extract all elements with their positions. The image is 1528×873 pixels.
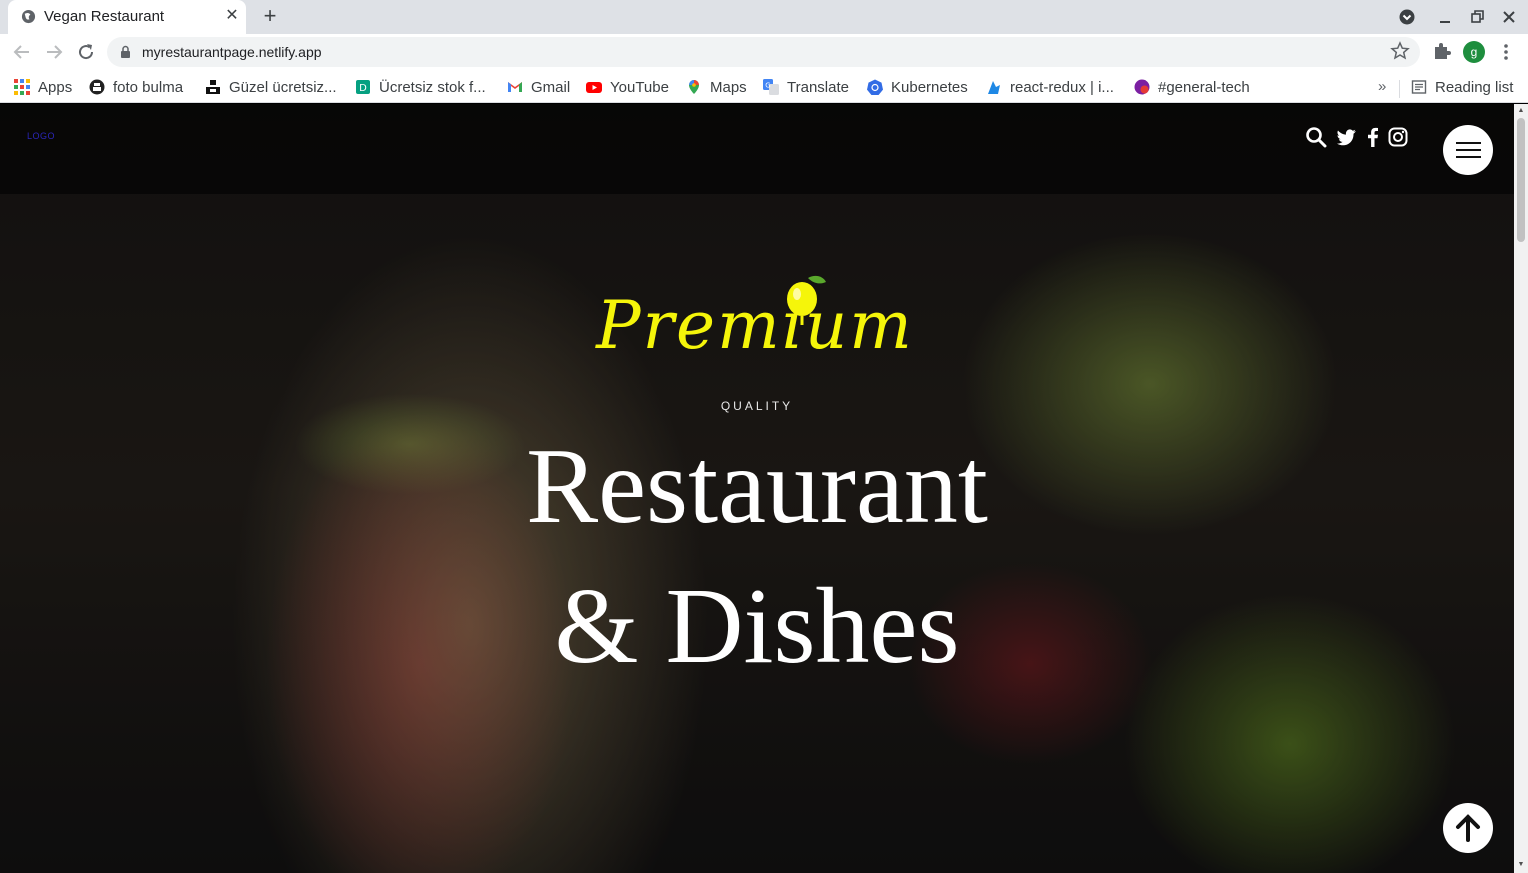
bookmark-label: Translate xyxy=(787,78,849,96)
apps-icon xyxy=(14,79,30,95)
close-window-icon[interactable] xyxy=(1500,6,1518,28)
bookmark-ucretsiz-stok[interactable]: D Ücretsiz stok f... xyxy=(355,76,486,98)
back-to-top-button[interactable] xyxy=(1443,803,1493,853)
lemon-icon xyxy=(787,275,826,325)
kubernetes-icon xyxy=(867,79,883,95)
tab-title: Vegan Restaurant xyxy=(44,8,165,25)
maps-icon xyxy=(689,80,699,94)
svg-text:D: D xyxy=(359,83,367,94)
svg-text:G: G xyxy=(765,82,770,90)
reading-list-label: Reading list xyxy=(1435,78,1514,96)
stock-photo-icon: D xyxy=(356,80,370,94)
slack-icon xyxy=(1134,79,1150,95)
hero-headline-line2: & Dishes xyxy=(554,567,960,686)
bookmark-label: Gmail xyxy=(531,78,571,96)
bookmarks-divider xyxy=(1399,80,1400,98)
bookmark-star-icon[interactable] xyxy=(1390,41,1410,61)
bookmark-label: Güzel ücretsiz... xyxy=(229,78,337,96)
profile-avatar[interactable]: g xyxy=(1463,41,1485,63)
bookmark-translate[interactable]: G Translate xyxy=(763,76,849,98)
premium-badge: Premium xyxy=(590,272,930,382)
reading-list-button[interactable]: Reading list xyxy=(1411,76,1513,98)
tab-search-icon[interactable] xyxy=(1397,6,1417,28)
address-bar[interactable]: myrestaurantpage.netlify.app xyxy=(107,37,1420,67)
scrollbar-thumb[interactable] xyxy=(1517,118,1525,242)
bookmark-maps[interactable]: Maps xyxy=(686,76,747,98)
bookmark-label: Kubernetes xyxy=(891,78,968,96)
back-arrow-icon[interactable] xyxy=(10,40,34,64)
scroll-up-arrow-icon[interactable]: ▲ xyxy=(1517,107,1525,115)
browser-tab-active[interactable]: Vegan Restaurant ✕ xyxy=(8,0,246,34)
more-bookmarks-chevron[interactable]: » xyxy=(1378,78,1386,95)
url-text[interactable]: myrestaurantpage.netlify.app xyxy=(142,44,322,60)
hero-headline-line1: Restaurant xyxy=(526,427,988,546)
page-scrollbar[interactable]: ▲ ▼ xyxy=(1514,104,1528,873)
bookmark-react-redux[interactable]: react-redux | i... xyxy=(986,76,1114,98)
unsplash-black-icon xyxy=(206,80,220,94)
bookmark-kubernetes[interactable]: Kubernetes xyxy=(867,76,968,98)
extensions-puzzle-icon[interactable] xyxy=(1432,40,1452,62)
page-viewport: LOGO Premium QUALITY Restaurant & Dishes xyxy=(0,104,1514,873)
gmail-icon xyxy=(508,82,522,92)
bookmark-label: Apps xyxy=(38,78,73,96)
globe-icon xyxy=(21,9,36,24)
bookmarks-bar: Apps foto bulma Güzel ücretsiz... D Ücre… xyxy=(0,70,1528,103)
unsplash-icon xyxy=(89,79,105,95)
browser-menu-icon[interactable] xyxy=(1498,40,1514,64)
reload-icon[interactable] xyxy=(74,40,98,64)
translate-icon: G xyxy=(763,79,779,95)
bookmark-general-tech[interactable]: #general-tech xyxy=(1134,76,1250,98)
bookmark-youtube[interactable]: YouTube xyxy=(586,76,669,98)
reading-list-icon xyxy=(1411,80,1427,94)
bookmark-gmail[interactable]: Gmail xyxy=(507,76,570,98)
bookmark-label: Ücretsiz stok f... xyxy=(379,78,486,96)
bookmark-label: YouTube xyxy=(610,78,669,96)
new-tab-button[interactable]: + xyxy=(259,4,281,28)
quality-subtitle: QUALITY xyxy=(720,399,794,413)
bookmark-label: react-redux | i... xyxy=(1010,78,1114,96)
arrow-up-icon xyxy=(1456,814,1480,842)
restore-icon[interactable] xyxy=(1469,6,1485,28)
scroll-down-arrow-icon[interactable]: ▼ xyxy=(1517,861,1525,869)
forward-arrow-icon[interactable] xyxy=(42,40,66,64)
react-redux-icon xyxy=(988,81,1000,94)
tab-strip: Vegan Restaurant ✕ + xyxy=(0,0,1528,34)
browser-toolbar: myrestaurantpage.netlify.app xyxy=(0,34,1528,70)
minimize-icon[interactable] xyxy=(1437,6,1453,28)
bookmark-label: #general-tech xyxy=(1158,78,1250,96)
tab-close-icon[interactable]: ✕ xyxy=(222,6,242,26)
premium-script-text: Premium xyxy=(596,287,914,364)
bookmark-label: foto bulma xyxy=(113,78,184,96)
bookmark-guzel-ucretsiz[interactable]: Güzel ücretsiz... xyxy=(205,76,337,98)
bookmark-foto-bulma[interactable]: foto bulma xyxy=(89,76,183,98)
hero-section: Premium QUALITY Restaurant & Dishes xyxy=(0,104,1514,873)
bookmark-label: Maps xyxy=(710,78,747,96)
bookmark-apps[interactable]: Apps xyxy=(14,76,72,98)
lock-icon[interactable] xyxy=(120,45,131,59)
youtube-icon xyxy=(586,82,602,93)
